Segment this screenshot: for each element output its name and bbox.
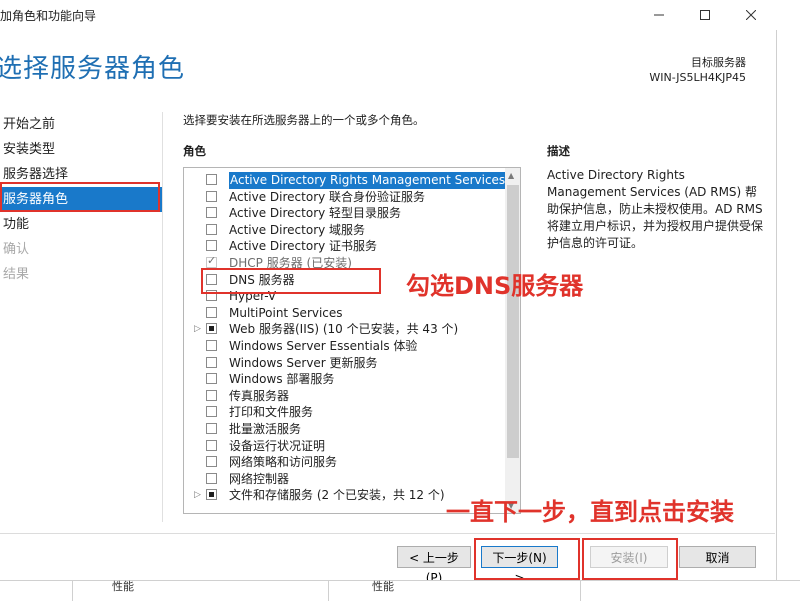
role-row[interactable]: ▷ Web 服务器(IIS) (10 个已安装，共 43 个)	[184, 321, 504, 338]
scroll-thumb[interactable]	[507, 185, 519, 458]
annotation-next-hint: 一直下一步，直到点击安装	[446, 498, 734, 526]
roles-label: 角色	[183, 144, 206, 158]
close-button[interactable]	[728, 0, 774, 30]
role-label: 设备运行状况证明	[229, 438, 326, 453]
role-row[interactable]: Active Directory 轻型目录服务	[184, 205, 504, 222]
role-description: Active Directory Rights Management Servi…	[547, 168, 764, 250]
role-checkbox[interactable]	[206, 373, 217, 385]
role-checkbox[interactable]	[206, 190, 217, 202]
role-checkbox[interactable]	[206, 472, 217, 484]
background-window-strip: 性能 性能	[0, 580, 800, 601]
role-checkbox[interactable]	[206, 323, 217, 335]
minimize-button[interactable]	[636, 0, 682, 30]
maximize-icon	[700, 10, 710, 20]
role-row[interactable]: Active Directory 域服务	[184, 222, 504, 239]
role-checkbox[interactable]	[206, 207, 217, 219]
close-icon	[746, 10, 756, 20]
role-checkbox[interactable]	[206, 423, 217, 434]
role-label: Active Directory Rights Management Servi…	[229, 172, 507, 189]
role-checkbox[interactable]	[206, 356, 217, 368]
scroll-up-icon[interactable]: ▲	[508, 171, 514, 180]
role-row[interactable]: Windows 部署服务	[184, 371, 504, 388]
expand-arrow-icon[interactable]: ▷	[194, 321, 201, 338]
active-nav-highlight-box	[0, 182, 160, 212]
role-row[interactable]: Windows Server 更新服务	[184, 355, 504, 372]
role-label: Windows Server 更新服务	[229, 355, 378, 370]
role-row[interactable]: Windows Server Essentials 体验	[184, 338, 504, 355]
role-row[interactable]: 网络控制器	[184, 471, 504, 488]
background-label-1: 性能	[112, 580, 134, 593]
role-label: Windows 部署服务	[229, 372, 335, 387]
page-title: 选择服务器角色	[0, 54, 186, 84]
instruction-text: 选择要安装在所选服务器上的一个或多个角色。	[183, 113, 425, 127]
role-row[interactable]: 网络策略和访问服务	[184, 454, 504, 471]
target-server-label: 目标服务器	[691, 56, 746, 69]
description-label: 描述	[547, 144, 570, 158]
role-label: 打印和文件服务	[229, 405, 314, 420]
background-window-edge	[776, 30, 800, 600]
role-checkbox[interactable]	[206, 340, 217, 351]
role-row[interactable]: Active Directory 联合身份验证服务	[184, 189, 504, 206]
target-server: 目标服务器 WIN-JS5LH4KJP45	[649, 55, 746, 85]
next-button-highlight-box	[474, 538, 580, 580]
role-checkbox[interactable]	[206, 306, 217, 318]
nav-item-confirmation: 确认	[3, 242, 30, 257]
role-label: Active Directory 域服务	[229, 222, 366, 237]
target-server-name: WIN-JS5LH4KJP45	[649, 71, 746, 84]
role-checkbox[interactable]	[206, 223, 217, 235]
nav-item-before-you-begin[interactable]: 开始之前	[0, 112, 162, 137]
previous-button[interactable]: < 上一步(P)	[397, 546, 471, 585]
role-row[interactable]: 传真服务器	[184, 388, 504, 405]
footer-divider	[0, 533, 775, 534]
role-label: 网络控制器	[229, 471, 290, 486]
role-label: 网络策略和访问服务	[229, 455, 338, 470]
title-bar: 添加角色和功能向导	[0, 0, 800, 30]
role-row[interactable]: 打印和文件服务	[184, 404, 504, 421]
role-row[interactable]: Active Directory Rights Management Servi…	[184, 172, 507, 189]
minimize-icon	[654, 14, 664, 16]
role-row[interactable]: MultiPoint Services	[184, 305, 504, 322]
role-label: Active Directory 联合身份验证服务	[229, 189, 426, 204]
dns-highlight-box	[201, 268, 381, 294]
nav-item-results: 结果	[3, 267, 30, 282]
role-label: Active Directory 轻型目录服务	[229, 206, 402, 221]
role-checkbox[interactable]	[206, 439, 217, 451]
annotation-dns-hint: 勾选DNS服务器	[406, 272, 584, 300]
role-label: 传真服务器	[229, 388, 290, 403]
roles-list[interactable]: ▷ 文件和存储服务 (2 个已安装，共 12 个) 网络控制器 网络策略和访问服务 设备…	[183, 167, 521, 514]
role-checkbox[interactable]	[206, 240, 217, 252]
role-checkbox[interactable]	[206, 253, 217, 270]
role-label: Windows Server Essentials 体验	[229, 339, 418, 353]
maximize-button[interactable]	[682, 0, 728, 30]
nav-item-features[interactable]: 功能	[0, 212, 162, 237]
cancel-button[interactable]: 取消	[679, 546, 756, 568]
roles-scrollbar[interactable]: ▲ ▼	[505, 168, 520, 513]
role-checkbox[interactable]	[206, 489, 217, 501]
role-label: 文件和存储服务 (2 个已安装，共 12 个)	[229, 488, 445, 503]
role-checkbox[interactable]	[206, 406, 217, 418]
role-label: MultiPoint Services	[229, 305, 343, 320]
role-label: Web 服务器(IIS) (10 个已安装，共 43 个)	[229, 322, 459, 337]
role-row[interactable]: 批量激活服务	[184, 421, 504, 438]
install-button-highlight-box	[582, 538, 678, 580]
window-title: 添加角色和功能向导	[0, 9, 97, 23]
background-label-2: 性能	[372, 580, 394, 593]
role-checkbox[interactable]	[206, 456, 217, 468]
role-row[interactable]: Active Directory 证书服务	[184, 238, 504, 255]
role-checkbox[interactable]	[206, 174, 217, 185]
nav-item-installation-type[interactable]: 安装类型	[0, 137, 162, 162]
role-label: 批量激活服务	[229, 422, 302, 436]
expand-arrow-icon[interactable]: ▷	[194, 487, 201, 504]
nav-divider	[162, 112, 163, 522]
role-label: Active Directory 证书服务	[229, 239, 378, 254]
role-row[interactable]: 设备运行状况证明	[184, 438, 504, 455]
role-checkbox[interactable]	[206, 389, 217, 401]
